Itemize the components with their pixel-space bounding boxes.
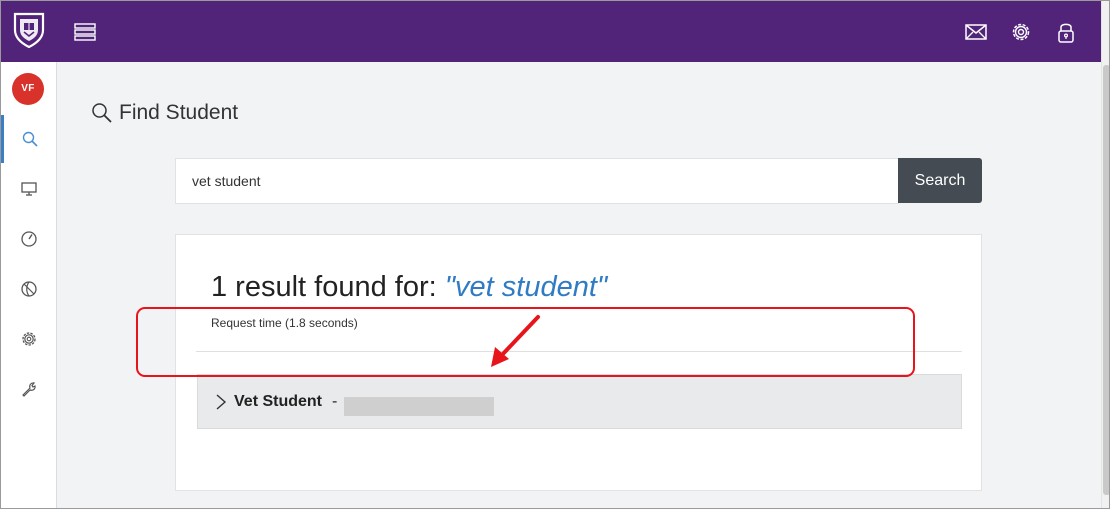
search-input[interactable]: [175, 158, 899, 204]
sidebar: VF: [1, 62, 57, 508]
result-count-text: 1 result found for:: [211, 271, 445, 303]
redacted-id: [344, 397, 494, 416]
app-window: VF Find Student vet student Search 1 res…: [0, 0, 1110, 509]
mail-icon[interactable]: [963, 19, 989, 45]
divider: [196, 351, 962, 352]
gear-icon[interactable]: [1008, 19, 1034, 45]
menu-icon[interactable]: [73, 21, 97, 43]
sidebar-item-dashboard[interactable]: [1, 215, 56, 263]
globe-icon: [20, 281, 37, 297]
settings-icon: [21, 332, 36, 346]
sidebar-item-search[interactable]: [1, 115, 56, 163]
sidebar-item-settings[interactable]: [1, 315, 56, 363]
wrench-icon: [21, 382, 36, 397]
result-query: "vet student": [444, 271, 608, 303]
page-header: Find Student: [91, 100, 238, 126]
lock-icon[interactable]: [1053, 19, 1079, 45]
vertical-scrollbar[interactable]: [1101, 1, 1109, 508]
top-bar: [1, 1, 1101, 62]
sidebar-item-display[interactable]: [1, 165, 56, 213]
chevron-right-icon: [216, 394, 227, 410]
results-card: 1 result found for: "vet student" Reques…: [175, 234, 982, 491]
result-name: Vet Student: [234, 393, 323, 410]
dashboard-icon: [20, 231, 37, 247]
search-icon: [92, 103, 112, 123]
result-heading: 1 result found for: "vet student": [211, 271, 607, 304]
sidebar-item-globe[interactable]: [1, 265, 56, 313]
result-row[interactable]: Vet Student -: [197, 374, 962, 429]
request-time: Request time (1.8 seconds): [211, 316, 358, 330]
page-title: Find Student: [119, 101, 239, 124]
scrollbar-thumb[interactable]: [1103, 65, 1109, 495]
avatar[interactable]: VF: [12, 73, 44, 105]
result-separator: -: [332, 393, 338, 410]
university-crest-icon[interactable]: [13, 12, 45, 48]
sidebar-item-tools[interactable]: [1, 365, 56, 413]
main-content: Find Student Search 1 result found for: …: [57, 62, 1101, 508]
search-button[interactable]: Search: [898, 158, 982, 203]
monitor-icon: [20, 182, 37, 196]
search-icon: [22, 131, 38, 147]
